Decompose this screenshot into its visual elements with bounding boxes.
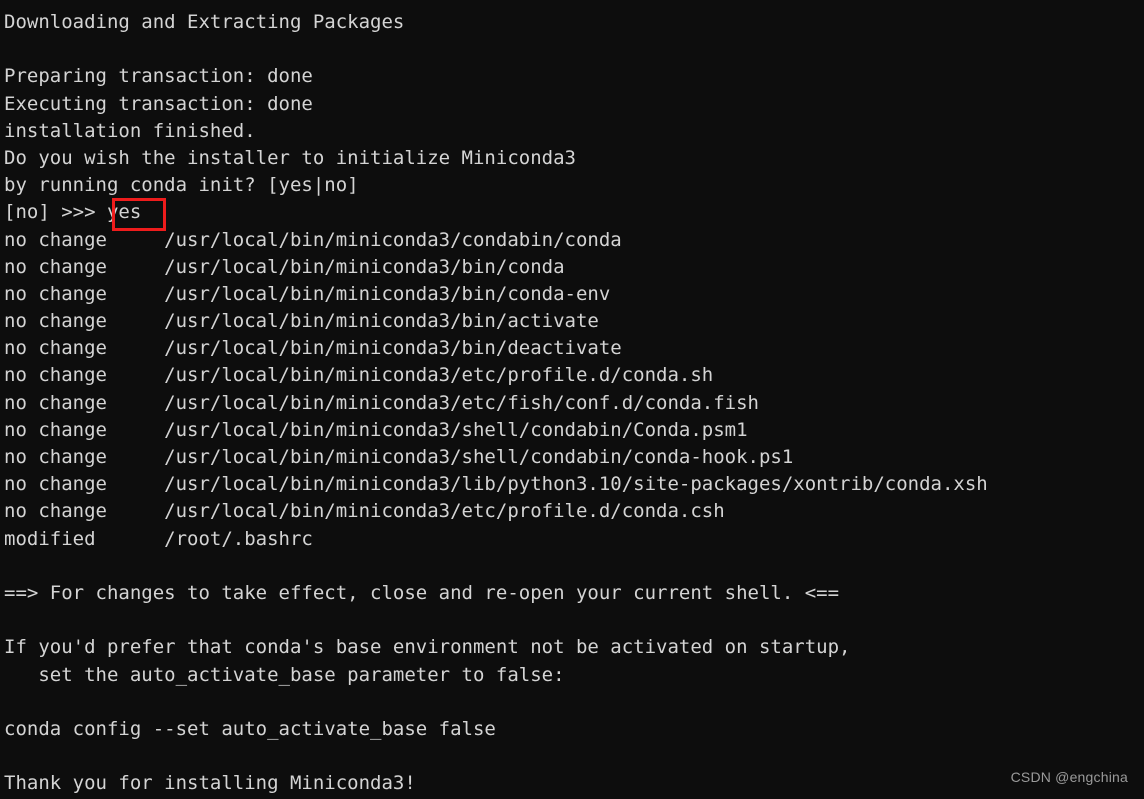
- terminal-line: no change /usr/local/bin/miniconda3/etc/…: [4, 500, 725, 523]
- terminal-line: no change /usr/local/bin/miniconda3/bin/…: [4, 310, 599, 333]
- terminal-line: no change /usr/local/bin/miniconda3/bin/…: [4, 337, 622, 360]
- terminal-line: If you'd prefer that conda's base enviro…: [4, 636, 851, 659]
- terminal-line: Do you wish the installer to initialize …: [4, 146, 576, 169]
- terminal-line: no change /usr/local/bin/miniconda3/etc/…: [4, 364, 714, 387]
- terminal-line: modified /root/.bashrc: [4, 527, 313, 550]
- terminal-line: no change /usr/local/bin/miniconda3/shel…: [4, 446, 794, 468]
- terminal-line: no change /usr/local/bin/miniconda3/shel…: [4, 418, 748, 441]
- terminal-line: conda config --set auto_activate_base fa…: [4, 717, 496, 740]
- terminal-line: no change /usr/local/bin/miniconda3/bin/…: [4, 255, 565, 278]
- terminal-line: [no] >>> yes: [4, 201, 142, 224]
- terminal-line: Preparing transaction: done: [4, 65, 313, 88]
- terminal-line: Thank you for installing Miniconda3!: [4, 772, 416, 795]
- terminal-output: Downloading and Extracting Packages Prepa…: [4, 9, 988, 797]
- terminal-line: no change /usr/local/bin/miniconda3/cond…: [4, 228, 622, 251]
- terminal-line: Executing transaction: done: [4, 92, 313, 115]
- terminal-line: set the auto_activate_base parameter to …: [4, 663, 565, 686]
- terminal-line: no change /usr/local/bin/miniconda3/lib/…: [4, 473, 988, 496]
- terminal-line: Downloading and Extracting Packages: [4, 11, 405, 33]
- terminal-line: ==> For changes to take effect, close an…: [4, 581, 840, 604]
- terminal-line: no change /usr/local/bin/miniconda3/etc/…: [4, 391, 759, 414]
- terminal-line: no change /usr/local/bin/miniconda3/bin/…: [4, 282, 611, 305]
- terminal-line: by running conda init? [yes|no]: [4, 174, 359, 197]
- terminal-line: installation finished.: [4, 119, 256, 142]
- terminal-window[interactable]: Downloading and Extracting Packages Prepa…: [0, 0, 1144, 799]
- csdn-watermark: CSDN @engchina: [1010, 768, 1128, 785]
